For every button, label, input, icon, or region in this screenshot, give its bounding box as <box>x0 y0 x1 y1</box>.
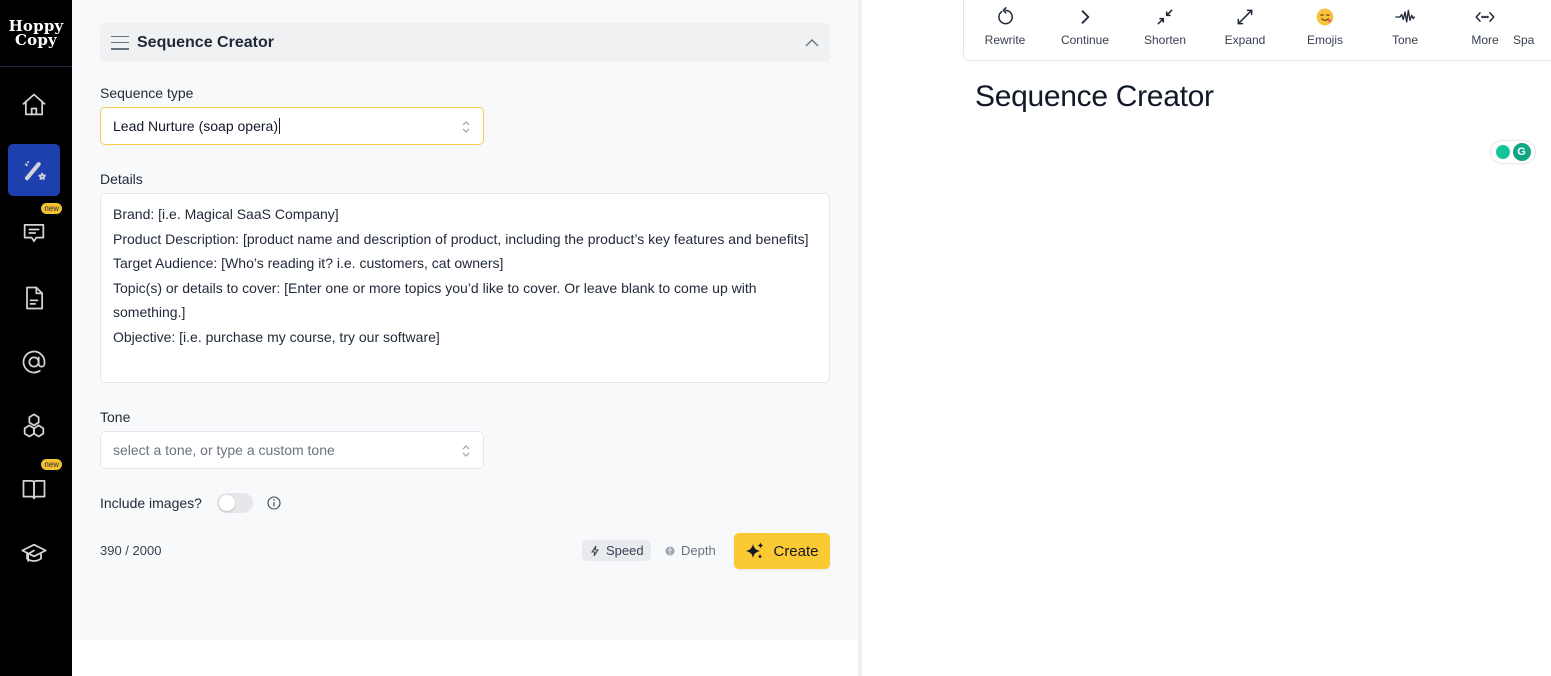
tone-label: Tone <box>100 409 131 425</box>
form-panel: Sequence Creator Sequence type Lead Nurt… <box>72 0 859 640</box>
toolbar-label: Spa <box>1513 33 1535 47</box>
toolbar-shorten-button[interactable]: Shorten <box>1125 6 1205 52</box>
toolbar-label: More <box>1471 33 1499 47</box>
logo-line-2: Copy <box>15 31 57 49</box>
grammarly-widget[interactable]: G <box>1491 141 1535 163</box>
form-header[interactable]: Sequence Creator <box>100 23 830 62</box>
mode-depth-button[interactable]: Depth <box>662 540 718 561</box>
sidebar-item-chat[interactable]: new <box>8 203 62 259</box>
info-icon[interactable] <box>267 496 281 510</box>
details-line: Objective: [i.e. purchase my course, try… <box>113 328 440 345</box>
editor-toolbar: Rewrite Continue Shorten Expand Emojis T… <box>963 0 1551 61</box>
details-line: Product Description: [product name and d… <box>113 230 809 247</box>
create-label: Create <box>773 542 819 560</box>
chevron-up-icon[interactable] <box>804 35 820 51</box>
more-code-icon <box>1475 12 1495 22</box>
tone-wave-icon <box>1395 9 1415 23</box>
emoji-icon <box>1316 8 1334 26</box>
toolbar-label: Continue <box>1060 33 1110 47</box>
toolbar-label: Rewrite <box>984 33 1026 47</box>
logo[interactable]: Hoppy Copy <box>0 0 72 67</box>
sequence-type-select[interactable]: Lead Nurture (soap opera) <box>100 107 484 145</box>
form-title: Sequence Creator <box>137 33 274 51</box>
tone-select[interactable]: select a tone, or type a custom tone <box>100 431 484 469</box>
create-button[interactable]: Create <box>734 533 830 569</box>
chevron-up-down-icon <box>462 121 470 133</box>
tone-placeholder: select a tone, or type a custom tone <box>113 442 335 458</box>
include-images-row: Include images? <box>100 492 281 514</box>
hamburger-icon[interactable] <box>111 35 129 50</box>
lightning-icon <box>591 545 599 556</box>
brain-icon <box>665 546 675 555</box>
editor-document-title[interactable]: Sequence Creator <box>975 80 1214 114</box>
toolbar-label: Emojis <box>1306 33 1343 47</box>
toolbar-label: Shorten <box>1143 33 1187 47</box>
toolbar-label: Expand <box>1224 33 1266 47</box>
details-line: Target Audience: [Who’s reading it? i.e.… <box>113 255 504 271</box>
chevron-right-icon <box>1081 10 1090 24</box>
sidebar-item-documents[interactable] <box>8 272 60 324</box>
rewrite-icon <box>998 7 1013 25</box>
mode-depth-label: Depth <box>681 543 716 558</box>
details-line: Topic(s) or details to cover: [Enter one… <box>113 279 757 321</box>
sidebar-item-learn[interactable] <box>8 528 60 580</box>
sequence-type-label: Sequence type <box>100 85 194 101</box>
sequence-type-value: Lead Nurture (soap opera) <box>113 118 278 134</box>
toolbar-rewrite-button[interactable]: Rewrite <box>965 6 1045 52</box>
sidebar-item-library[interactable]: new <box>8 459 62 515</box>
text-cursor <box>279 118 280 134</box>
sparkles-icon <box>746 542 764 559</box>
details-label: Details <box>100 171 143 187</box>
toolbar-expand-button[interactable]: Expand <box>1205 6 1285 52</box>
toolbar-tone-button[interactable]: Tone <box>1365 6 1445 52</box>
sidebar-item-magic-wand[interactable] <box>8 144 60 196</box>
home-icon <box>22 93 46 116</box>
details-textarea[interactable]: Brand: [i.e. Magical SaaS Company] Produ… <box>100 193 830 383</box>
chat-icon <box>23 223 45 243</box>
sidebar-item-templates[interactable] <box>8 400 60 452</box>
toolbar-spa-button[interactable]: Spa <box>1513 6 1551 52</box>
toolbar-continue-button[interactable]: Continue <box>1045 6 1125 52</box>
chevron-up-down-icon <box>462 445 470 457</box>
mode-speed-button[interactable]: Speed <box>582 540 651 561</box>
cubes-icon <box>23 413 45 438</box>
form-panel-footer <box>72 640 859 676</box>
grammarly-logo-icon[interactable]: G <box>1512 143 1531 161</box>
character-counter: 390 / 2000 <box>100 543 162 558</box>
new-badge: new <box>41 459 62 470</box>
lightbulb-icon[interactable] <box>1495 145 1510 159</box>
panel-resize-handle[interactable] <box>858 0 862 676</box>
include-images-toggle[interactable] <box>216 493 253 513</box>
expand-icon <box>1237 9 1253 25</box>
at-sign-icon <box>22 350 46 374</box>
mode-speed-label: Speed <box>606 543 644 558</box>
document-icon <box>26 286 44 310</box>
shorten-icon <box>1157 9 1173 25</box>
toolbar-emojis-button[interactable]: Emojis <box>1285 6 1365 52</box>
magic-wand-icon <box>24 160 46 181</box>
details-line: Brand: [i.e. Magical SaaS Company] <box>113 206 339 222</box>
new-badge: new <box>41 203 62 214</box>
app-root: Hoppy Copy new new Sequence Creator Sequ… <box>0 0 1551 676</box>
sidebar: Hoppy Copy new new <box>0 0 72 676</box>
graduation-cap-icon <box>21 543 47 562</box>
toolbar-label: Tone <box>1391 33 1419 47</box>
include-images-label: Include images? <box>100 495 202 511</box>
book-icon <box>22 479 46 500</box>
sidebar-item-email[interactable] <box>8 336 60 388</box>
sidebar-item-home[interactable] <box>8 79 60 131</box>
toggle-knob <box>218 495 235 511</box>
